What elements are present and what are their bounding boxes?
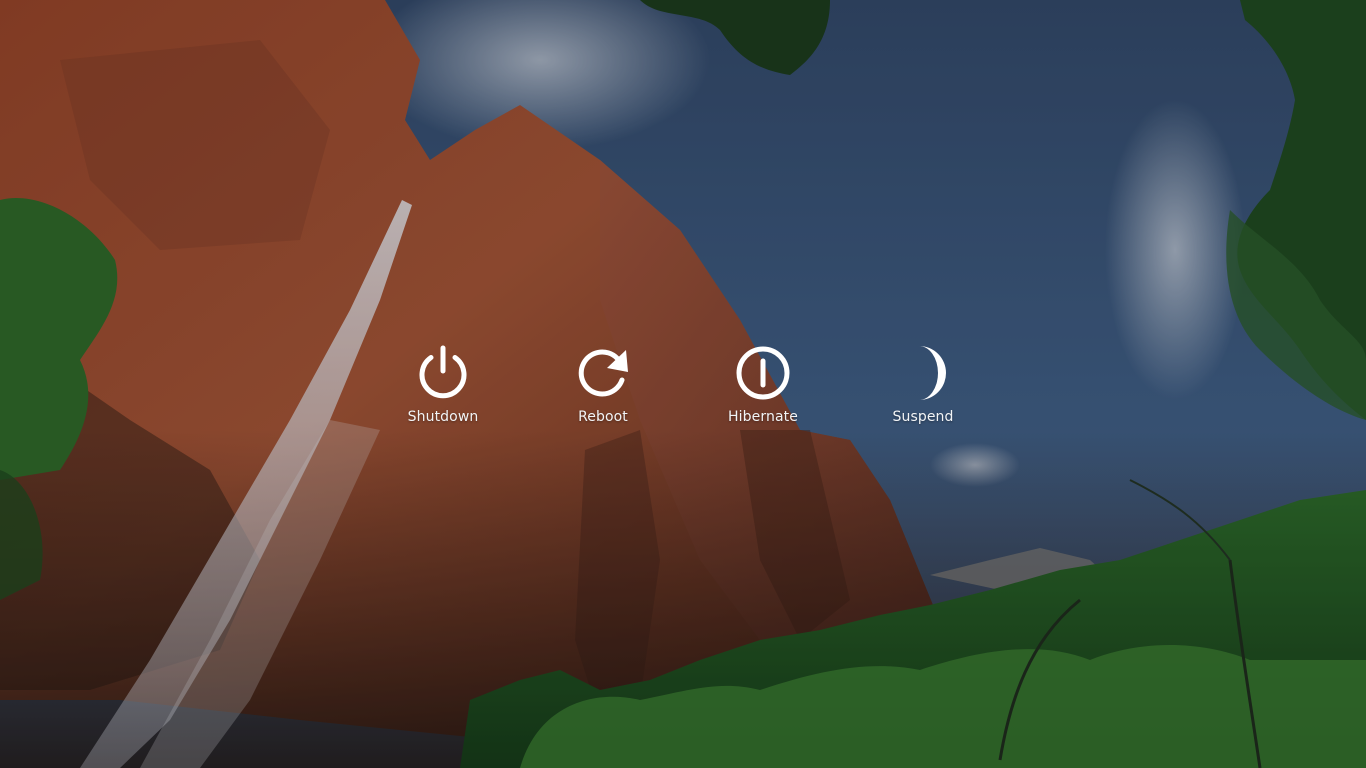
moon-icon: [894, 344, 952, 402]
hibernate-button[interactable]: Hibernate: [703, 344, 823, 434]
reboot-icon: [574, 344, 632, 402]
power-menu-screen: Shutdown Reboot Hibernate Suspend: [0, 0, 1366, 768]
shutdown-label: Shutdown: [407, 409, 479, 425]
power-menu: Shutdown Reboot Hibernate Suspend: [0, 0, 1366, 768]
suspend-label: Suspend: [892, 409, 954, 425]
shutdown-button[interactable]: Shutdown: [383, 344, 503, 434]
reboot-button[interactable]: Reboot: [543, 344, 663, 434]
hibernate-label: Hibernate: [728, 409, 798, 425]
hibernate-icon: [734, 344, 792, 402]
reboot-label: Reboot: [578, 409, 628, 425]
power-icon: [414, 344, 472, 402]
suspend-button[interactable]: Suspend: [863, 344, 983, 434]
